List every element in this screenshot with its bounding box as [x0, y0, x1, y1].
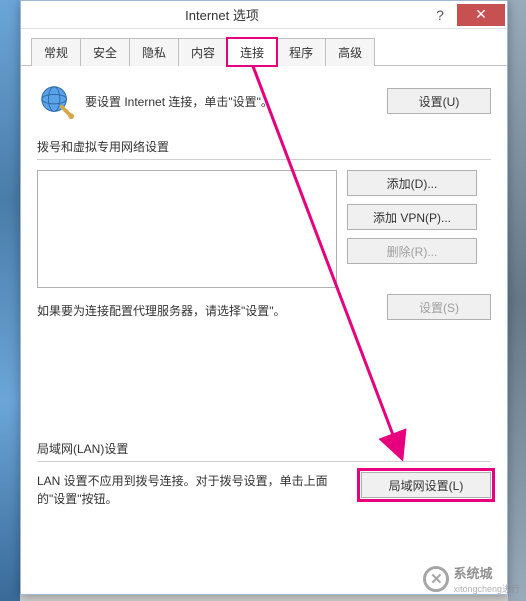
intro-text: 要设置 Internet 连接，单击"设置"。	[85, 93, 377, 110]
tab-programs[interactable]: 程序	[276, 38, 326, 66]
connections-panel: 要设置 Internet 连接，单击"设置"。 设置(U) 拨号和虚拟专用网络设…	[21, 66, 507, 518]
add-button[interactable]: 添加(D)...	[347, 170, 477, 196]
lan-settings-button[interactable]: 局域网设置(L)	[361, 472, 491, 498]
window-title: Internet 选项	[21, 5, 423, 24]
lan-group-label: 局域网(LAN)设置	[37, 440, 491, 457]
tab-strip: 常规 安全 隐私 内容 连接 程序 高级	[21, 29, 507, 66]
watermark-icon: ✕	[423, 566, 449, 592]
dialup-group-label: 拨号和虚拟专用网络设置	[37, 138, 491, 155]
setup-button[interactable]: 设置(U)	[387, 88, 491, 114]
lan-description: LAN 设置不应用到拨号连接。对于拨号设置，单击上面的"设置"按钮。	[37, 472, 347, 508]
proxy-note: 如果要为连接配置代理服务器，请选择"设置"。	[37, 302, 351, 319]
help-button[interactable]: ?	[423, 4, 457, 26]
tab-content[interactable]: 内容	[178, 38, 228, 66]
tab-advanced[interactable]: 高级	[325, 38, 375, 66]
watermark-sub: xitongcheng进行	[453, 582, 520, 595]
add-vpn-button[interactable]: 添加 VPN(P)...	[347, 204, 477, 230]
watermark: ✕ 系统城 xitongcheng进行	[423, 563, 520, 595]
divider	[37, 159, 491, 160]
titlebar: Internet 选项 ? ✕	[21, 1, 507, 29]
globe-connect-icon	[37, 82, 75, 120]
tab-privacy[interactable]: 隐私	[129, 38, 179, 66]
tab-security[interactable]: 安全	[80, 38, 130, 66]
tab-connections[interactable]: 连接	[227, 38, 277, 66]
divider	[37, 461, 491, 462]
close-button[interactable]: ✕	[457, 4, 505, 26]
internet-options-dialog: Internet 选项 ? ✕ 常规 安全 隐私 内容 连接 程序 高级 要设置…	[20, 0, 508, 595]
tab-general[interactable]: 常规	[31, 38, 81, 66]
watermark-text: 系统城	[453, 563, 520, 582]
remove-button: 删除(R)...	[347, 238, 477, 264]
dialup-connections-listbox[interactable]	[37, 170, 337, 288]
dialup-settings-button: 设置(S)	[387, 294, 491, 320]
